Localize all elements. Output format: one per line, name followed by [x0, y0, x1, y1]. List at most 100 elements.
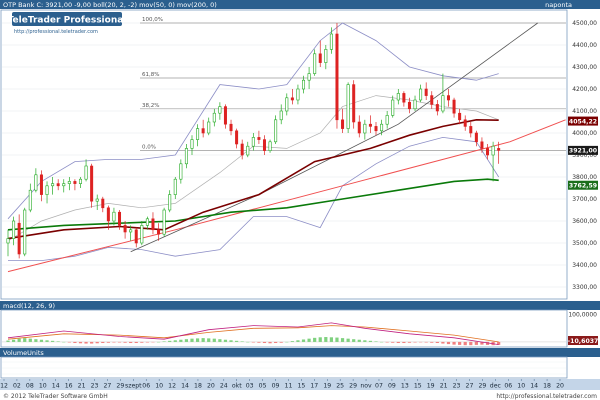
x-tick-label: 19 [427, 383, 435, 390]
x-tick-label: nov [360, 383, 372, 390]
logo-url: http://professional.teletrader.com [14, 29, 98, 35]
macd-histogram-bar [207, 338, 211, 342]
x-tick-label: 29 [116, 383, 124, 390]
x-tick-label: 14 [52, 383, 60, 390]
y-tick-label: 3600,00 [572, 218, 597, 225]
candle-body [452, 99, 456, 114]
candle-body [424, 88, 428, 96]
macd-histogram-bar [279, 341, 283, 343]
price-label: 3921,00 [569, 148, 598, 155]
x-tick-label: 25 [336, 383, 344, 390]
macd-histogram-bar [385, 341, 389, 343]
macd-histogram-bar [469, 341, 473, 346]
candle-body [201, 128, 205, 134]
macd-histogram-bar [424, 341, 428, 343]
macd-histogram-bar [446, 341, 451, 345]
x-tick-label: 03 [246, 383, 254, 390]
fib-label: 61,8% [142, 72, 159, 78]
x-tick-label: 15 [297, 383, 305, 390]
x-tick-label: 07 [375, 383, 383, 390]
x-tick-label: 08 [26, 383, 34, 390]
macd-last-label: -10,6037 [568, 338, 599, 345]
candle-body [407, 101, 411, 110]
macd-histogram-bar [11, 339, 16, 342]
x-tick-label: 20 [556, 383, 564, 390]
candle-body [162, 209, 166, 235]
x-tick-label: 05 [259, 383, 267, 390]
macd-histogram-bar [78, 341, 83, 344]
macd-title: macd(12, 26, 9) [3, 302, 55, 310]
macd-histogram-bar [452, 341, 456, 345]
x-tick-label: 29 [349, 383, 357, 390]
macd-histogram-bar [23, 338, 27, 342]
candle-body [419, 88, 423, 101]
macd-title-bar [0, 301, 600, 310]
macd-histogram-bar [268, 341, 272, 344]
x-tick-label: 21 [440, 383, 448, 390]
macd-histogram-bar [117, 341, 122, 343]
macd-histogram-bar [195, 338, 200, 342]
candle-body [67, 181, 71, 184]
candle-body [157, 229, 161, 235]
macd-histogram-bar [318, 337, 322, 342]
macd-histogram-bar [101, 341, 105, 344]
candle-body [34, 174, 38, 191]
x-tick-label: 17 [310, 383, 318, 390]
y-tick-label: 3700,00 [572, 196, 597, 203]
candle-body [173, 178, 177, 195]
volume-panel [0, 356, 568, 379]
macd-histogram-bar [95, 341, 99, 344]
x-tick-label: szept [125, 383, 142, 390]
candle-body [12, 220, 16, 239]
logo-title: TeleTrader Professional [8, 16, 127, 26]
x-tick-label: 06 [142, 383, 150, 390]
macd-histogram-bar [51, 340, 55, 342]
x-tick-label: 13 [401, 383, 409, 390]
macd-histogram-bar [357, 339, 361, 342]
x-tick-label: 10 [39, 383, 47, 390]
y-tick-label: 4100,00 [572, 108, 597, 115]
macd-histogram-bar [84, 341, 88, 344]
price-label: 4054,22 [569, 118, 597, 125]
candle-body [251, 137, 255, 147]
candle-body [374, 126, 378, 132]
macd-histogram-bar [307, 338, 311, 342]
candle-body [435, 104, 439, 112]
x-tick-label: 09 [272, 383, 280, 390]
x-tick-label: 23 [91, 383, 99, 390]
candle-body [480, 141, 484, 149]
header-title: OTP Bank C: 3921,00 -9,00 boll(20, 2, -2… [3, 1, 217, 9]
macd-histogram-bar [296, 340, 300, 342]
macd-histogram-bar [407, 341, 412, 343]
candle-body [39, 174, 43, 195]
macd-histogram-bar [90, 341, 94, 344]
candle-body [380, 123, 384, 132]
candle-body [84, 165, 88, 180]
candle-body [497, 148, 501, 151]
macd-histogram-bar [257, 341, 261, 343]
candle-body [324, 49, 328, 63]
x-tick-label: 10 [517, 383, 525, 390]
candle-body [396, 93, 400, 101]
candle-body [346, 84, 350, 129]
fib-label: 0,0% [142, 144, 156, 150]
candle-body [23, 209, 27, 255]
candle-body [391, 99, 395, 116]
macd-histogram-bar [123, 341, 127, 343]
macd-histogram-bar [6, 340, 10, 342]
candle-body [313, 53, 317, 74]
macd-histogram-bar [17, 338, 21, 342]
macd-histogram-bar [329, 337, 333, 342]
candle-body [363, 123, 367, 134]
candle-body [78, 178, 82, 184]
macd-histogram-bar [129, 341, 133, 344]
candle-body [190, 139, 194, 149]
candle-body [62, 183, 66, 187]
macd-histogram-bar [352, 339, 356, 342]
macd-histogram-bar [179, 339, 183, 342]
candle-body [118, 211, 122, 226]
candle-body [318, 53, 322, 63]
macd-histogram-bar [190, 338, 194, 342]
candle-body [101, 198, 105, 209]
x-tick-label: 27 [466, 383, 474, 390]
